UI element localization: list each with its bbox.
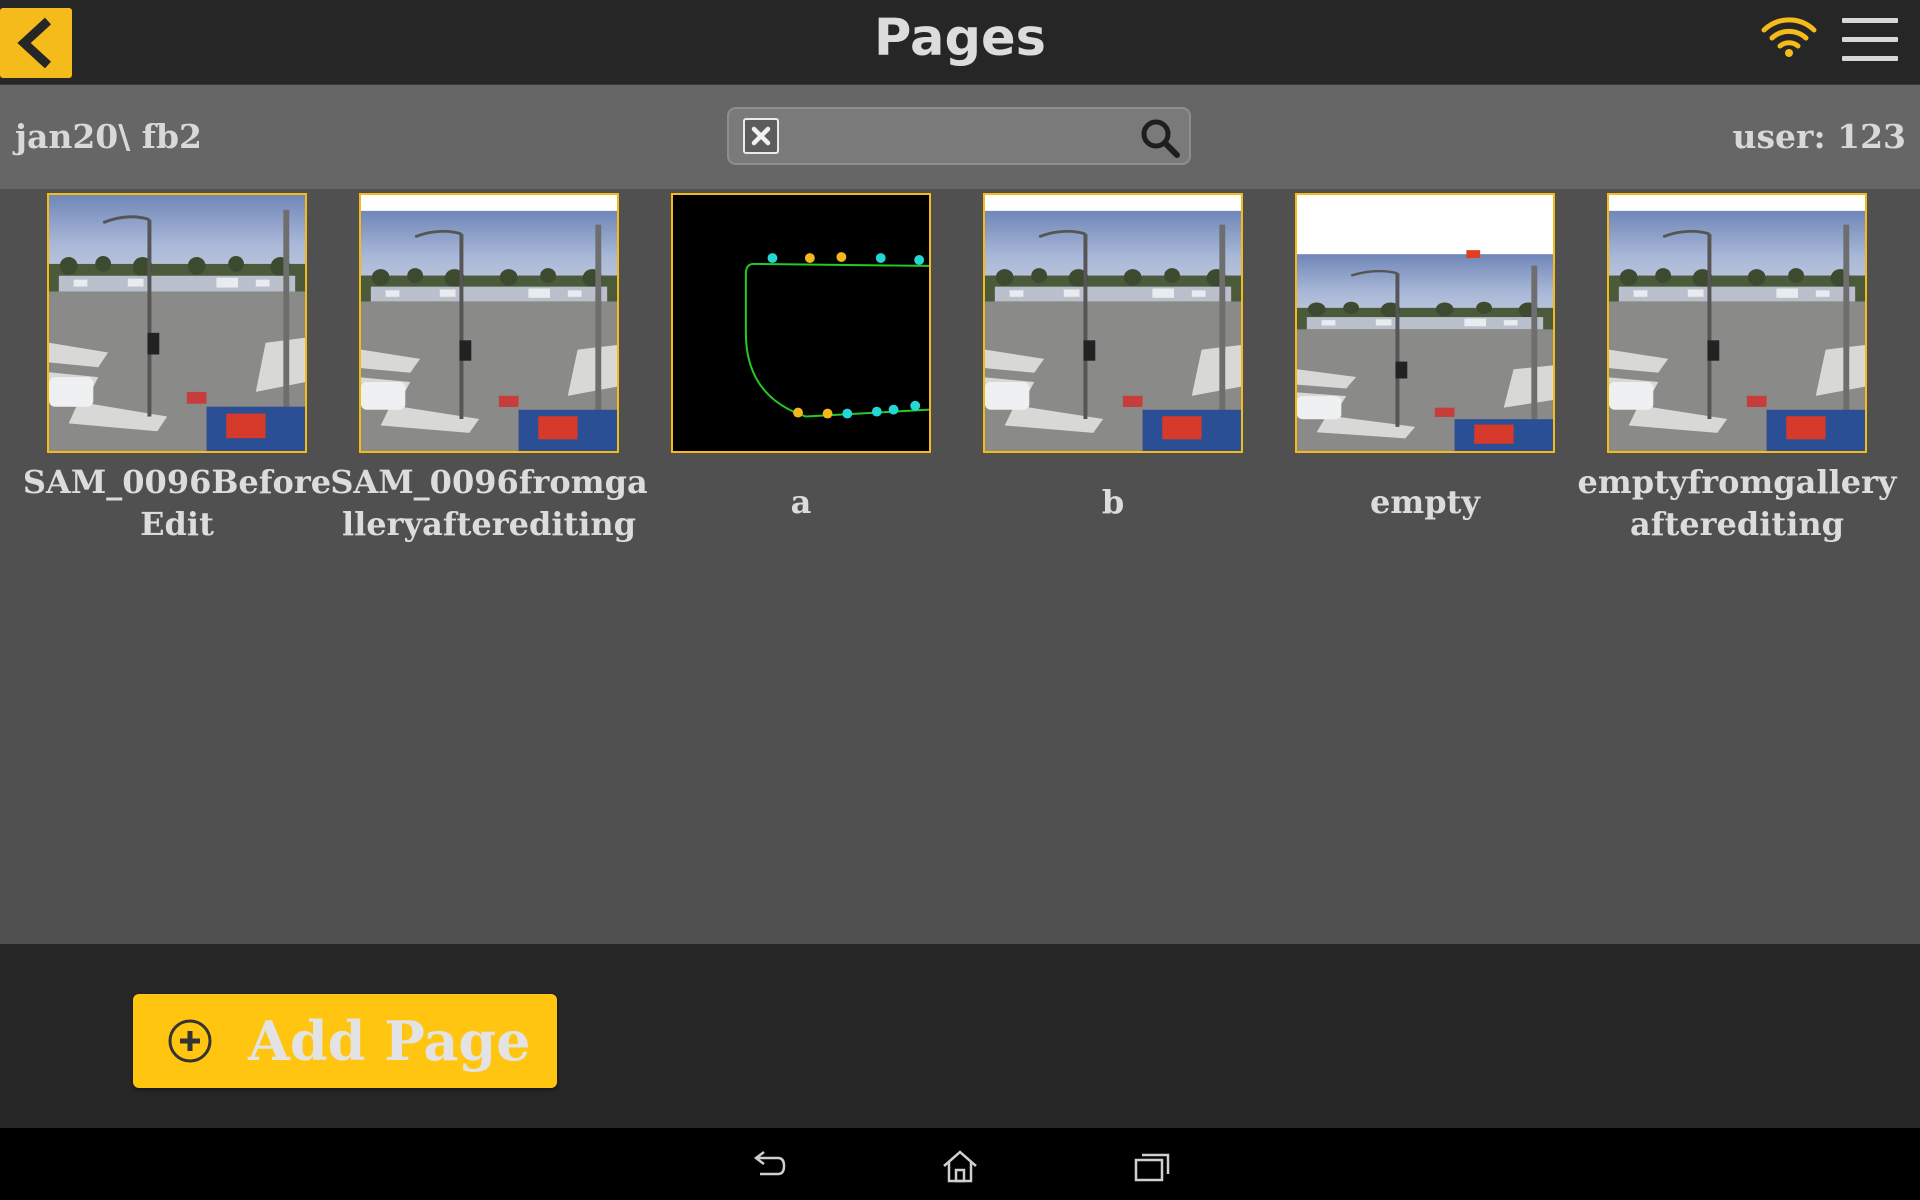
back-nav-icon[interactable] bbox=[748, 1148, 788, 1184]
chevron-left-icon bbox=[17, 17, 52, 69]
hamburger-menu-icon[interactable] bbox=[1842, 18, 1898, 66]
pages-grid: SAM_0096BeforeEdit SAM_0096fromgalleryaf… bbox=[0, 193, 1920, 943]
clear-icon[interactable] bbox=[743, 118, 779, 154]
page-label: SAM_0096BeforeEdit bbox=[22, 463, 332, 543]
page-thumbnail bbox=[359, 193, 619, 453]
system-nav-bar bbox=[0, 1128, 1920, 1200]
search-icon[interactable] bbox=[1139, 117, 1181, 159]
path-search-bar: jan20\ fb2 user: 123 bbox=[0, 85, 1920, 189]
page-thumbnail bbox=[671, 193, 931, 453]
page-label: SAM_0096fromgalleryafterediting bbox=[330, 463, 648, 543]
back-button[interactable] bbox=[0, 8, 72, 78]
page-thumbnail bbox=[1607, 193, 1867, 453]
page-thumbnail bbox=[47, 193, 307, 453]
search-box bbox=[727, 107, 1191, 165]
wifi-icon bbox=[1761, 17, 1817, 57]
folder-path: jan20\ fb2 bbox=[15, 117, 203, 156]
recent-apps-icon[interactable] bbox=[1132, 1148, 1172, 1184]
bottom-action-bar: Add Page bbox=[0, 944, 1920, 1128]
page-title: Pages bbox=[874, 9, 1046, 68]
add-page-button[interactable]: Add Page bbox=[133, 994, 557, 1088]
user-label: user: 123 bbox=[1732, 117, 1906, 156]
page-thumbnail bbox=[983, 193, 1243, 453]
page-thumbnail bbox=[1295, 193, 1555, 453]
top-app-bar: Pages bbox=[0, 0, 1920, 85]
page-label: empty bbox=[1370, 483, 1480, 521]
page-label: emptyfromgalleryafterediting bbox=[1577, 463, 1897, 543]
add-page-label: Add Page bbox=[248, 1009, 531, 1073]
page-label: a bbox=[790, 483, 812, 521]
home-nav-icon[interactable] bbox=[940, 1148, 980, 1184]
search-input[interactable] bbox=[805, 115, 1109, 159]
plus-circle-icon bbox=[168, 1019, 212, 1063]
page-label: b bbox=[1101, 483, 1125, 521]
